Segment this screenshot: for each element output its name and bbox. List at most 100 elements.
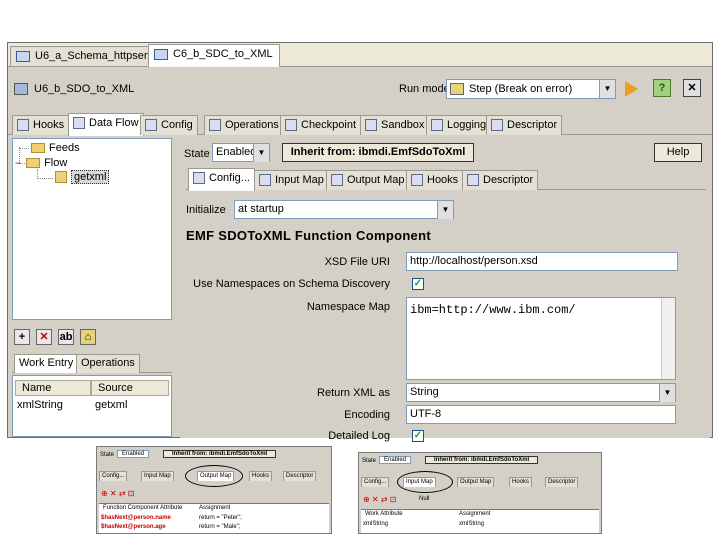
column-header-assignment[interactable]: Assignment bbox=[459, 511, 490, 517]
tab-operations-small[interactable]: Operations bbox=[76, 354, 140, 373]
table-cell-attribute[interactable]: $hasNext@person.age bbox=[101, 524, 166, 530]
inherit-button[interactable]: Inherit from: ibmdi.EmfSdoToXml bbox=[282, 143, 474, 162]
table-cell-attribute[interactable]: xmlString bbox=[363, 521, 388, 527]
collapse-icon[interactable]: − bbox=[15, 158, 23, 168]
state-value: Enabled bbox=[216, 146, 257, 158]
encoding-input[interactable]: UTF-8 bbox=[406, 405, 676, 424]
column-header-attribute[interactable]: Function Component Attribute bbox=[103, 505, 182, 511]
main-tab-bar: Hooks Data Flow Config Operations Checkp… bbox=[8, 113, 712, 136]
tab-config-sub[interactable]: Config... bbox=[99, 471, 128, 481]
operations-icon bbox=[209, 119, 221, 131]
state-select[interactable]: Enabled ▼ bbox=[212, 143, 270, 162]
state-select[interactable]: Enabled bbox=[117, 450, 150, 458]
tab-label: Logging bbox=[447, 119, 487, 131]
tree-item-getxml[interactable]: getxml bbox=[55, 170, 110, 184]
state-label: State bbox=[100, 452, 115, 458]
return-xml-select[interactable]: String ▼ bbox=[406, 383, 676, 402]
tab-checkpoint[interactable]: Checkpoint bbox=[280, 115, 362, 135]
table-cell-source[interactable]: getxml bbox=[93, 398, 127, 414]
tab-operations[interactable]: Operations bbox=[204, 115, 284, 135]
tree-item-flow[interactable]: − Flow bbox=[15, 157, 67, 169]
table-cell-assignment[interactable]: return = "Peter"; bbox=[199, 515, 242, 521]
column-header-source[interactable]: Source bbox=[91, 380, 169, 396]
return-xml-value: String bbox=[410, 386, 439, 398]
help-button[interactable]: Help bbox=[654, 143, 702, 162]
column-header-assignment[interactable]: Assignment bbox=[199, 505, 230, 511]
checkpoint-icon bbox=[285, 119, 297, 131]
scrollbar[interactable] bbox=[661, 298, 675, 379]
use-namespaces-label: Use Namespaces on Schema Discovery bbox=[193, 278, 390, 290]
help-icon[interactable]: ? bbox=[653, 79, 671, 97]
add-component-icon[interactable]: + bbox=[14, 329, 30, 345]
tab-label: Config bbox=[161, 119, 193, 131]
work-entry-table: Name Source xmlString getxml bbox=[12, 375, 172, 437]
tab-descriptor-sub[interactable]: Descriptor bbox=[283, 471, 317, 481]
sandbox-icon bbox=[365, 119, 377, 131]
library-icon[interactable]: ⌂ bbox=[80, 329, 96, 345]
tab-config-sub[interactable]: Config... bbox=[188, 168, 255, 191]
flow-tree: Feeds − Flow getxml bbox=[12, 138, 172, 320]
tab-work-entry[interactable]: Work Entry bbox=[14, 354, 79, 373]
tab-hooks-sub[interactable]: Hooks bbox=[249, 471, 273, 481]
namespace-map-label: Namespace Map bbox=[306, 301, 390, 313]
function-component-icon bbox=[55, 171, 67, 184]
tree-item-feeds[interactable]: Feeds bbox=[31, 142, 80, 154]
tree-connector bbox=[37, 178, 53, 179]
tab-hooks-sub[interactable]: Hooks bbox=[509, 477, 533, 487]
map-toolbar-icons[interactable]: ⊕ ✕ ⇄ ⊡ bbox=[101, 489, 134, 498]
tree-connector bbox=[19, 148, 29, 149]
inherit-button[interactable]: Inherit from: ibmdi.EmfSdoToXml bbox=[163, 450, 277, 458]
table-cell-attribute[interactable]: $hasNext@person.name bbox=[101, 515, 171, 521]
chevron-down-icon[interactable]: ▼ bbox=[253, 144, 269, 162]
assembly-line-icon bbox=[14, 83, 28, 95]
tab-hooks[interactable]: Hooks bbox=[12, 115, 70, 135]
use-namespaces-checkbox[interactable]: ✓ bbox=[412, 278, 424, 290]
tab-label: Operations bbox=[225, 119, 279, 131]
delete-icon[interactable]: ✕ bbox=[36, 329, 52, 345]
xsd-file-input[interactable]: http://localhost/person.xsd bbox=[406, 252, 678, 271]
close-icon[interactable]: ✕ bbox=[683, 79, 701, 97]
editor-tab-schema[interactable]: U6_a_Schema_httpserver bbox=[10, 46, 170, 66]
editor-tab-sdo-to-xml[interactable]: C6_b_SDC_to_XML bbox=[148, 44, 280, 67]
tab-output-map[interactable]: Output Map bbox=[326, 170, 410, 190]
tab-hooks-sub[interactable]: Hooks bbox=[406, 170, 464, 190]
tab-descriptor[interactable]: Descriptor bbox=[486, 115, 563, 135]
tab-data-flow[interactable]: Data Flow bbox=[68, 113, 144, 136]
folder-icon bbox=[31, 143, 45, 154]
tab-config-sub[interactable]: Config... bbox=[361, 477, 390, 487]
highlight-oval bbox=[397, 471, 453, 493]
tab-input-map[interactable]: Input Map bbox=[254, 170, 329, 190]
map-toolbar-icons[interactable]: ⊕ ✕ ⇄ ⊡ bbox=[363, 495, 396, 504]
editor-tab-label: U6_a_Schema_httpserver bbox=[35, 50, 163, 62]
tab-label: Config... bbox=[209, 172, 250, 184]
output-map-thumbnail: State Enabled Inherit from: ibmdi.EmfSdo… bbox=[96, 446, 332, 534]
table-cell-assignment[interactable]: return = "Male"; bbox=[199, 524, 240, 530]
logging-icon bbox=[431, 119, 443, 131]
tab-descriptor-sub[interactable]: Descriptor bbox=[545, 477, 579, 487]
inherit-button[interactable]: Inherit from: ibmdi.EmfSdoToXml bbox=[425, 456, 539, 464]
run-play-icon[interactable] bbox=[625, 81, 638, 97]
tab-output-map[interactable]: Output Map bbox=[457, 477, 495, 487]
run-mode-value: Step (Break on error) bbox=[469, 83, 573, 95]
tab-config[interactable]: Config bbox=[140, 115, 198, 135]
initialize-select[interactable]: at startup ▼ bbox=[234, 200, 454, 219]
tab-sandbox[interactable]: Sandbox bbox=[360, 115, 430, 135]
chevron-down-icon[interactable]: ▼ bbox=[659, 384, 675, 402]
table-cell-name[interactable]: xmlString bbox=[15, 398, 63, 414]
state-select[interactable]: Enabled bbox=[379, 456, 412, 464]
hooks-icon bbox=[411, 174, 423, 186]
namespace-map-textarea[interactable]: ibm=http://www.ibm.com/ bbox=[406, 297, 676, 380]
tab-descriptor-sub[interactable]: Descriptor bbox=[462, 170, 539, 190]
column-header-name[interactable]: Name bbox=[15, 380, 91, 396]
detailed-log-checkbox[interactable]: ✓ bbox=[412, 430, 424, 442]
input-map-table: Work Attribute Assignment xmlString xmlS… bbox=[361, 509, 599, 533]
rename-icon[interactable]: ab bbox=[58, 329, 74, 345]
column-header-work-attribute[interactable]: Work Attribute bbox=[365, 511, 403, 517]
chevron-down-icon[interactable]: ▼ bbox=[599, 80, 615, 98]
run-mode-select[interactable]: Step (Break on error) ▼ bbox=[446, 79, 616, 99]
tab-logging[interactable]: Logging bbox=[426, 115, 492, 135]
tab-label: Input Map bbox=[275, 174, 324, 186]
tab-input-map[interactable]: Input Map bbox=[141, 471, 174, 481]
chevron-down-icon[interactable]: ▼ bbox=[437, 201, 453, 219]
table-cell-assignment[interactable]: xmlString bbox=[459, 521, 484, 527]
